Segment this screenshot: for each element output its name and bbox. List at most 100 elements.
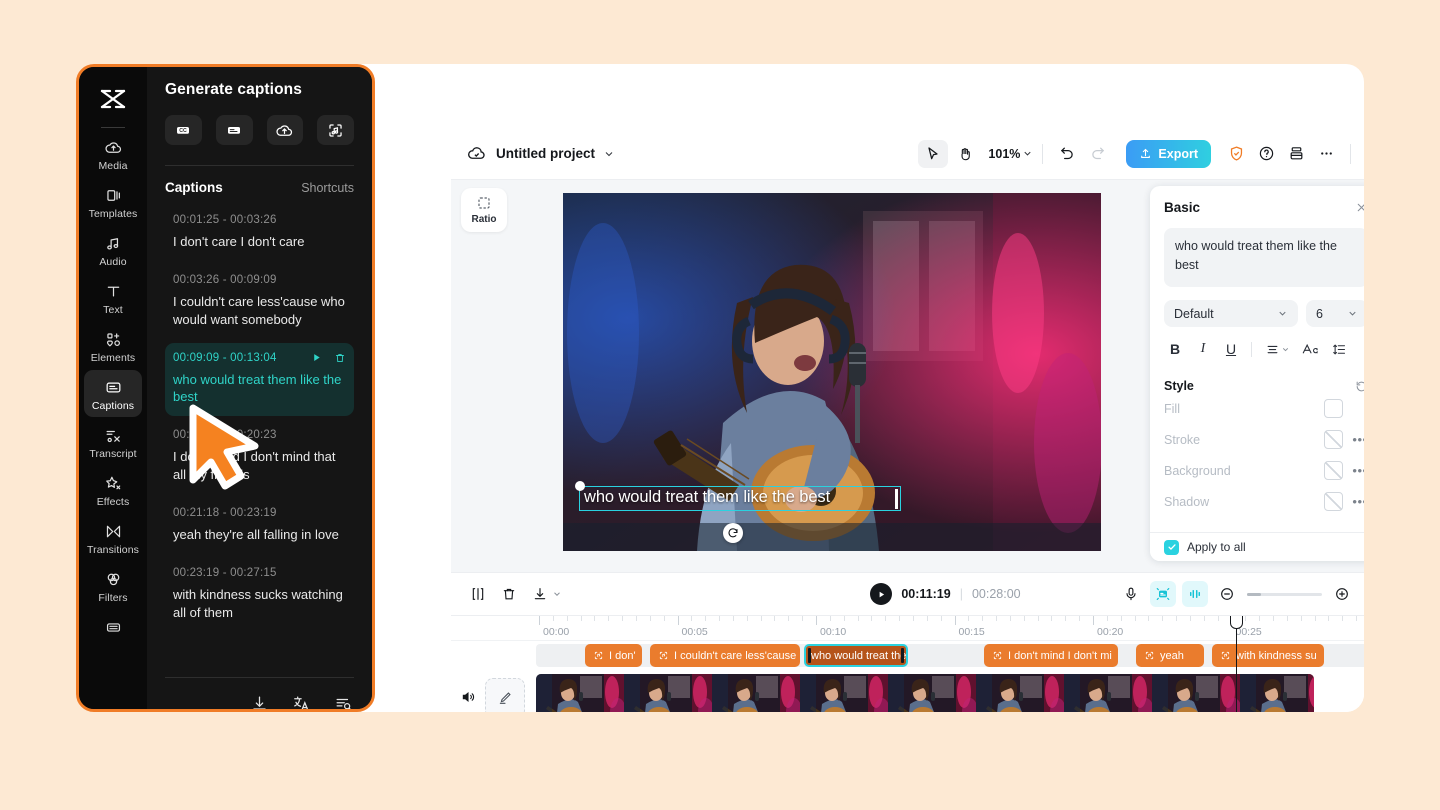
more-options-icon[interactable]: •••	[1352, 463, 1364, 478]
case-button[interactable]	[1298, 337, 1324, 361]
caption-clip[interactable]: I don'	[585, 644, 642, 667]
caption-text-overlay[interactable]: who would treat them like the best	[575, 481, 901, 511]
audio-sync-icon[interactable]	[1182, 581, 1208, 607]
sidebar-item-effects[interactable]: Effects	[84, 466, 142, 513]
video-clip[interactable]	[536, 674, 1314, 712]
apply-to-all-row[interactable]: Apply to all	[1150, 532, 1364, 561]
caption-list-item[interactable]: 00:21:18 - 00:23:19 yeah they're all fall…	[165, 498, 354, 554]
timeline-ruler[interactable]: 00:0000:0500:1000:1500:2000:2500:30	[451, 616, 1364, 641]
caption-list-item[interactable]: 00:03:26 - 00:09:09 I couldn't care less'…	[165, 265, 354, 339]
auto-captions-icon[interactable]	[1150, 581, 1176, 607]
caption-delete-icon[interactable]	[334, 352, 346, 364]
sidebar-item-templates[interactable]: Templates	[84, 178, 142, 225]
chevron-down-icon[interactable]	[1022, 148, 1033, 159]
translate-icon[interactable]	[290, 692, 312, 709]
sidebar-item-media[interactable]: Media	[84, 130, 142, 177]
capcut-logo[interactable]	[96, 85, 130, 115]
captions-list[interactable]: 00:01:25 - 00:03:26 I don't care I don't …	[165, 205, 354, 671]
zoom-out-icon[interactable]	[1214, 581, 1240, 607]
chevron-down-icon[interactable]	[552, 589, 562, 599]
text-caret	[895, 489, 898, 509]
caption-list-item[interactable]: 00:15:27 - 00:20:23 I don't mind I don't …	[165, 420, 354, 494]
select-arrow-tool[interactable]	[918, 139, 949, 168]
font-family-select[interactable]: Default	[1164, 300, 1298, 327]
shield-check-icon[interactable]	[1221, 140, 1251, 168]
color-swatch[interactable]	[1324, 492, 1343, 511]
chevron-down-icon[interactable]	[603, 148, 615, 160]
sidebar-item-filters[interactable]: Filters	[84, 562, 142, 609]
sidebar-item-keyboard[interactable]	[84, 610, 142, 642]
caption-clip[interactable]: I couldn't care less'cause	[650, 644, 800, 667]
chevron-down-icon[interactable]	[1281, 345, 1290, 354]
color-swatch[interactable]	[1324, 430, 1343, 449]
preview-stage: Ratio who would treat them like the best…	[451, 180, 1364, 572]
caption-play-icon[interactable]	[311, 352, 322, 363]
clip-handle-right[interactable]	[901, 648, 904, 663]
video-track-mute-button[interactable]	[457, 686, 479, 708]
sidebar-item-audio[interactable]: Audio	[84, 226, 142, 273]
sidebar-item-captions[interactable]: Captions	[84, 370, 142, 417]
cc-icon[interactable]: CC	[165, 115, 202, 145]
caption-clip[interactable]: yeah	[1136, 644, 1204, 667]
sidebar-item-text[interactable]: Text	[84, 274, 142, 321]
download-icon[interactable]	[527, 581, 553, 607]
cloud-project-icon[interactable]	[467, 144, 486, 163]
bold-button[interactable]: B	[1162, 337, 1188, 361]
caption-list-item[interactable]: 00:09:09 - 00:13:04 who would treat them …	[165, 342, 354, 417]
redo-button[interactable]	[1082, 140, 1112, 168]
italic-button[interactable]: I	[1190, 337, 1216, 361]
layers-icon[interactable]	[1281, 140, 1311, 168]
timeline-body[interactable]: 00:0000:0500:1000:1500:2000:2500:30 I do…	[451, 616, 1364, 712]
search-list-icon[interactable]	[332, 692, 354, 709]
caption-list-item[interactable]: 00:01:25 - 00:03:26 I don't care I don't …	[165, 205, 354, 261]
clip-handle-left[interactable]	[808, 648, 811, 663]
color-swatch[interactable]	[1324, 399, 1343, 418]
caption-list-item[interactable]: 00:23:19 - 00:27:15 with kindness sucks w…	[165, 558, 354, 632]
hand-tool[interactable]	[950, 140, 980, 168]
generate-captions-title: Generate captions	[165, 81, 302, 98]
ruler-minor-tick	[885, 616, 887, 621]
auto-lyrics-icon[interactable]	[317, 115, 354, 145]
sidebar-item-elements[interactable]: Elements	[84, 322, 142, 369]
font-size-select[interactable]: 6	[1306, 300, 1364, 327]
project-name[interactable]: Untitled project	[496, 146, 595, 161]
close-icon[interactable]	[1355, 201, 1364, 214]
playhead[interactable]	[1230, 616, 1243, 712]
split-view-icon[interactable]	[1360, 140, 1364, 168]
ratio-button[interactable]: Ratio	[461, 188, 507, 232]
question-circle-icon[interactable]	[1251, 140, 1281, 168]
more-horizontal-icon[interactable]	[1311, 140, 1341, 168]
edit-video-button[interactable]	[485, 678, 525, 712]
playhead-handle[interactable]	[1230, 616, 1243, 629]
color-swatch[interactable]	[1324, 461, 1343, 480]
more-options-icon[interactable]: •••	[1352, 494, 1364, 509]
delete-icon[interactable]	[496, 581, 522, 607]
zoom-slider[interactable]	[1247, 592, 1322, 596]
more-options-icon[interactable]: •••	[1352, 432, 1364, 447]
zoom-in-icon[interactable]	[1329, 581, 1355, 607]
video-preview[interactable]: who would treat them like the best	[563, 193, 1101, 551]
caption-clip[interactable]: I don't mind I don't mi	[984, 644, 1118, 667]
line-height-button[interactable]	[1326, 337, 1352, 361]
undo-button[interactable]	[1052, 140, 1082, 168]
underline-button[interactable]: U	[1218, 337, 1244, 361]
zoom-level[interactable]: 101%	[988, 147, 1020, 161]
caption-text-input[interactable]: who would treat them like the best	[1164, 228, 1364, 287]
download-icon[interactable]	[248, 692, 270, 709]
microphone-icon[interactable]	[1118, 581, 1144, 607]
rotate-icon[interactable]	[723, 523, 743, 543]
shortcuts-link[interactable]: Shortcuts	[301, 181, 354, 195]
play-button[interactable]	[870, 583, 893, 605]
upload-cloud-icon[interactable]	[266, 115, 304, 145]
ruler-minor-tick	[691, 616, 693, 621]
split-icon[interactable]	[465, 581, 491, 607]
apply-to-all-checkbox[interactable]	[1164, 539, 1179, 555]
caption-clip[interactable]: who would treat the	[804, 644, 908, 667]
caption-clip[interactable]: with kindness su	[1212, 644, 1324, 667]
caption-track[interactable]: I don' I couldn't care less'cause who woul…	[536, 644, 1364, 667]
sidebar-item-transcript[interactable]: Transcript	[84, 418, 142, 465]
export-button[interactable]: Export	[1126, 139, 1211, 168]
subtitle-icon[interactable]	[215, 115, 253, 145]
sidebar-item-transitions[interactable]: Transitions	[84, 514, 142, 561]
reset-icon[interactable]	[1355, 380, 1364, 393]
